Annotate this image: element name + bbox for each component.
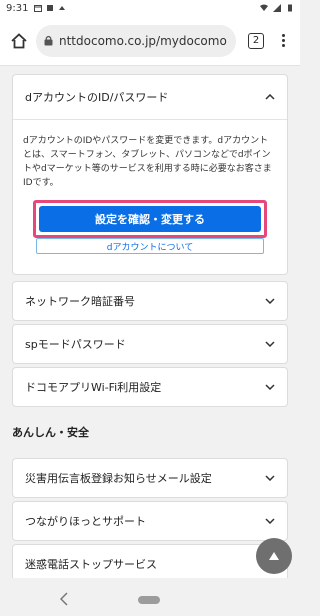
url-text: nttdocomo.co.jp/mydocomo (59, 33, 227, 48)
chevron-down-icon (265, 384, 275, 390)
accordion-header: spモードパスワード (13, 325, 287, 363)
chevron-down-icon (265, 475, 275, 481)
status-time: 9:31 (6, 2, 29, 14)
menu-dot (281, 39, 285, 42)
accordion-disaster-board-notification[interactable]: 災害用伝言板登録お知らせメール設定 (12, 458, 288, 498)
chevron-down-icon (265, 298, 275, 304)
battery-icon (288, 4, 292, 12)
chevron-down-icon (265, 341, 275, 347)
back-icon[interactable] (60, 592, 68, 606)
triangle-up-icon (269, 552, 279, 560)
menu-dot (281, 44, 285, 47)
lock-icon (44, 35, 53, 46)
accordion-label: ドコモアプリWi-Fi利用設定 (25, 381, 162, 394)
page-content: dアカウントのID/パスワード dアカウントのIDやパスワードを変更できます。d… (0, 66, 300, 578)
scroll-to-top-button[interactable] (256, 538, 292, 574)
accordion-title: dアカウントのID/パスワード (25, 91, 169, 104)
status-bar: 9:31 (0, 0, 300, 16)
chevron-down-icon (265, 518, 275, 524)
accordion-account-id-password: dアカウントのID/パスワード dアカウントのIDやパスワードを変更できます。d… (12, 74, 288, 275)
accordion-header[interactable]: dアカウントのID/パスワード (13, 75, 287, 119)
highlight-frame: 設定を確認・変更する (33, 200, 267, 238)
accordion-header: 迷惑電話ストップサービス (13, 545, 287, 578)
accordion-sp-mode-password[interactable]: spモードパスワード (12, 324, 288, 364)
accordion-label: spモードパスワード (25, 338, 126, 351)
accordion-header: つながりほっとサポート (13, 502, 287, 540)
tab-switcher-button[interactable]: 2 (248, 32, 264, 49)
accordion-label: ネットワーク暗証番号 (25, 295, 135, 308)
kanji-notification-icon (47, 5, 54, 11)
accordion-header: ネットワーク暗証番号 (13, 282, 287, 320)
home-button[interactable] (6, 28, 32, 54)
accordion-label: 迷惑電話ストップサービス (25, 558, 157, 571)
accordion-label: 災害用伝言板登録お知らせメール設定 (25, 472, 212, 485)
about-d-account-button[interactable]: dアカウントについて (36, 238, 264, 254)
cloud-icon (59, 6, 66, 10)
menu-dot (281, 34, 285, 37)
notification-icons (34, 4, 66, 12)
browser-toolbar: nttdocomo.co.jp/mydocomo 2 (0, 16, 300, 66)
calendar-icon (34, 5, 43, 12)
system-navigation-bar (0, 584, 300, 616)
accordion-header: ドコモアプリWi-Fi利用設定 (13, 368, 287, 406)
accordion-nuisance-call-stop[interactable]: 迷惑電話ストップサービス (12, 544, 288, 578)
confirm-change-settings-button[interactable]: 設定を確認・変更する (39, 206, 261, 232)
signal-icon (273, 4, 281, 12)
account-description: dアカウントのIDやパスワードを変更できます。dアカウントとは、スマートフォン、… (23, 136, 272, 188)
wifi-icon (260, 4, 268, 11)
section-title: あんしん・安全 (0, 410, 300, 454)
accordion-docomo-app-wifi[interactable]: ドコモアプリWi-Fi利用設定 (12, 367, 288, 407)
overflow-menu-button[interactable] (278, 34, 288, 47)
home-icon (11, 32, 27, 48)
accordion-body: dアカウントのIDやパスワードを変更できます。dアカウントとは、スマートフォン、… (13, 119, 287, 254)
accordion-header: 災害用伝言板登録お知らせメール設定 (13, 459, 287, 497)
chevron-up-icon (265, 94, 275, 100)
tab-count: 2 (252, 35, 260, 46)
system-icons (260, 4, 294, 12)
address-bar[interactable]: nttdocomo.co.jp/mydocomo (36, 24, 236, 57)
accordion-network-pin[interactable]: ネットワーク暗証番号 (12, 281, 288, 321)
accordion-tsunagari-support[interactable]: つながりほっとサポート (12, 501, 288, 541)
home-pill-button[interactable] (138, 596, 160, 604)
accordion-label: つながりほっとサポート (25, 515, 146, 528)
